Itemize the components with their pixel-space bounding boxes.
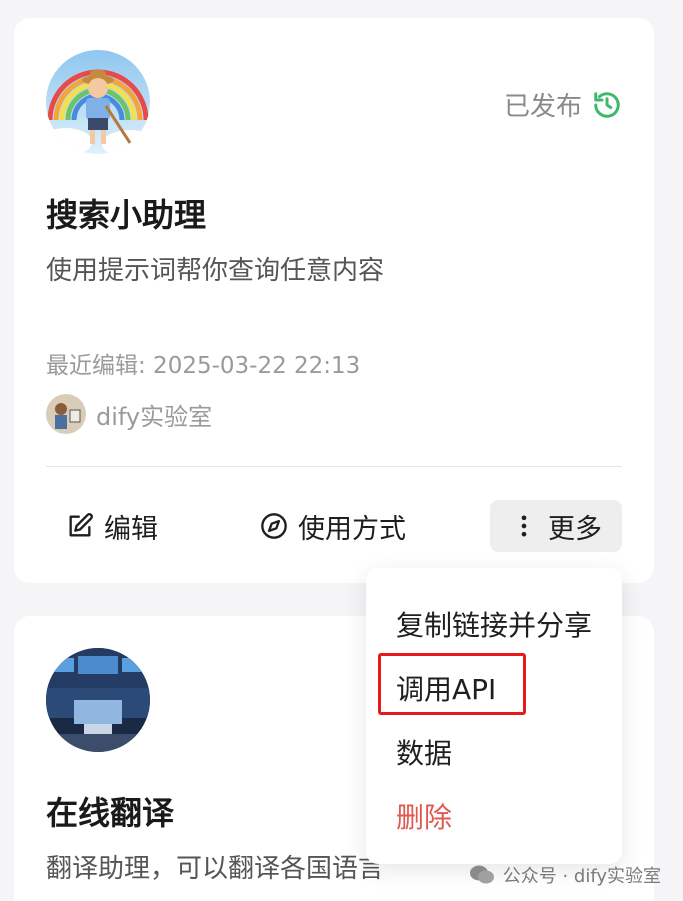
compass-icon xyxy=(261,513,287,539)
divider xyxy=(46,466,622,467)
history-icon xyxy=(594,91,620,118)
author: dify实验室 xyxy=(46,394,212,434)
edit-icon xyxy=(69,513,93,537)
edit-label: 编辑 xyxy=(104,513,158,545)
usage-button[interactable]: 使用方式 xyxy=(260,500,406,552)
edit-button[interactable]: 编辑 xyxy=(66,500,158,552)
publish-status: 已发布 xyxy=(504,86,622,123)
app-avatar xyxy=(46,648,150,752)
watermark-text: 公众号 · dify实验室 xyxy=(502,866,661,887)
app-avatar xyxy=(46,50,150,154)
watermark: 公众号 · dify实验室 xyxy=(469,862,661,888)
more-menu: 复制链接并分享 调用API 数据 删除 xyxy=(366,568,622,864)
wechat-icon xyxy=(469,865,494,884)
menu-item-copy-link[interactable]: 复制链接并分享 xyxy=(396,604,592,644)
status-label: 已发布 xyxy=(503,92,582,122)
more-vertical-icon xyxy=(521,515,527,537)
menu-item-data[interactable]: 数据 xyxy=(396,732,452,772)
last-edited: 最近编辑: 2025-03-22 22:13 xyxy=(46,353,361,379)
author-name: dify实验室 xyxy=(96,402,213,431)
more-label: 更多 xyxy=(548,513,602,545)
app-description: 翻译助理，可以翻译各国语言 xyxy=(46,854,385,884)
more-button[interactable]: 更多 xyxy=(490,500,622,552)
usage-label: 使用方式 xyxy=(298,513,406,545)
app-card[interactable]: 已发布 搜索小助理 使用提示词帮你查询任意内容 最近编辑: 2025-03-22… xyxy=(14,18,654,583)
author-avatar xyxy=(46,394,86,434)
app-name: 在线翻译 xyxy=(46,794,175,832)
menu-item-call-api[interactable]: 调用API xyxy=(396,668,496,708)
menu-item-delete[interactable]: 删除 xyxy=(396,796,452,836)
app-name: 搜索小助理 xyxy=(46,196,207,234)
app-description: 使用提示词帮你查询任意内容 xyxy=(46,256,385,286)
